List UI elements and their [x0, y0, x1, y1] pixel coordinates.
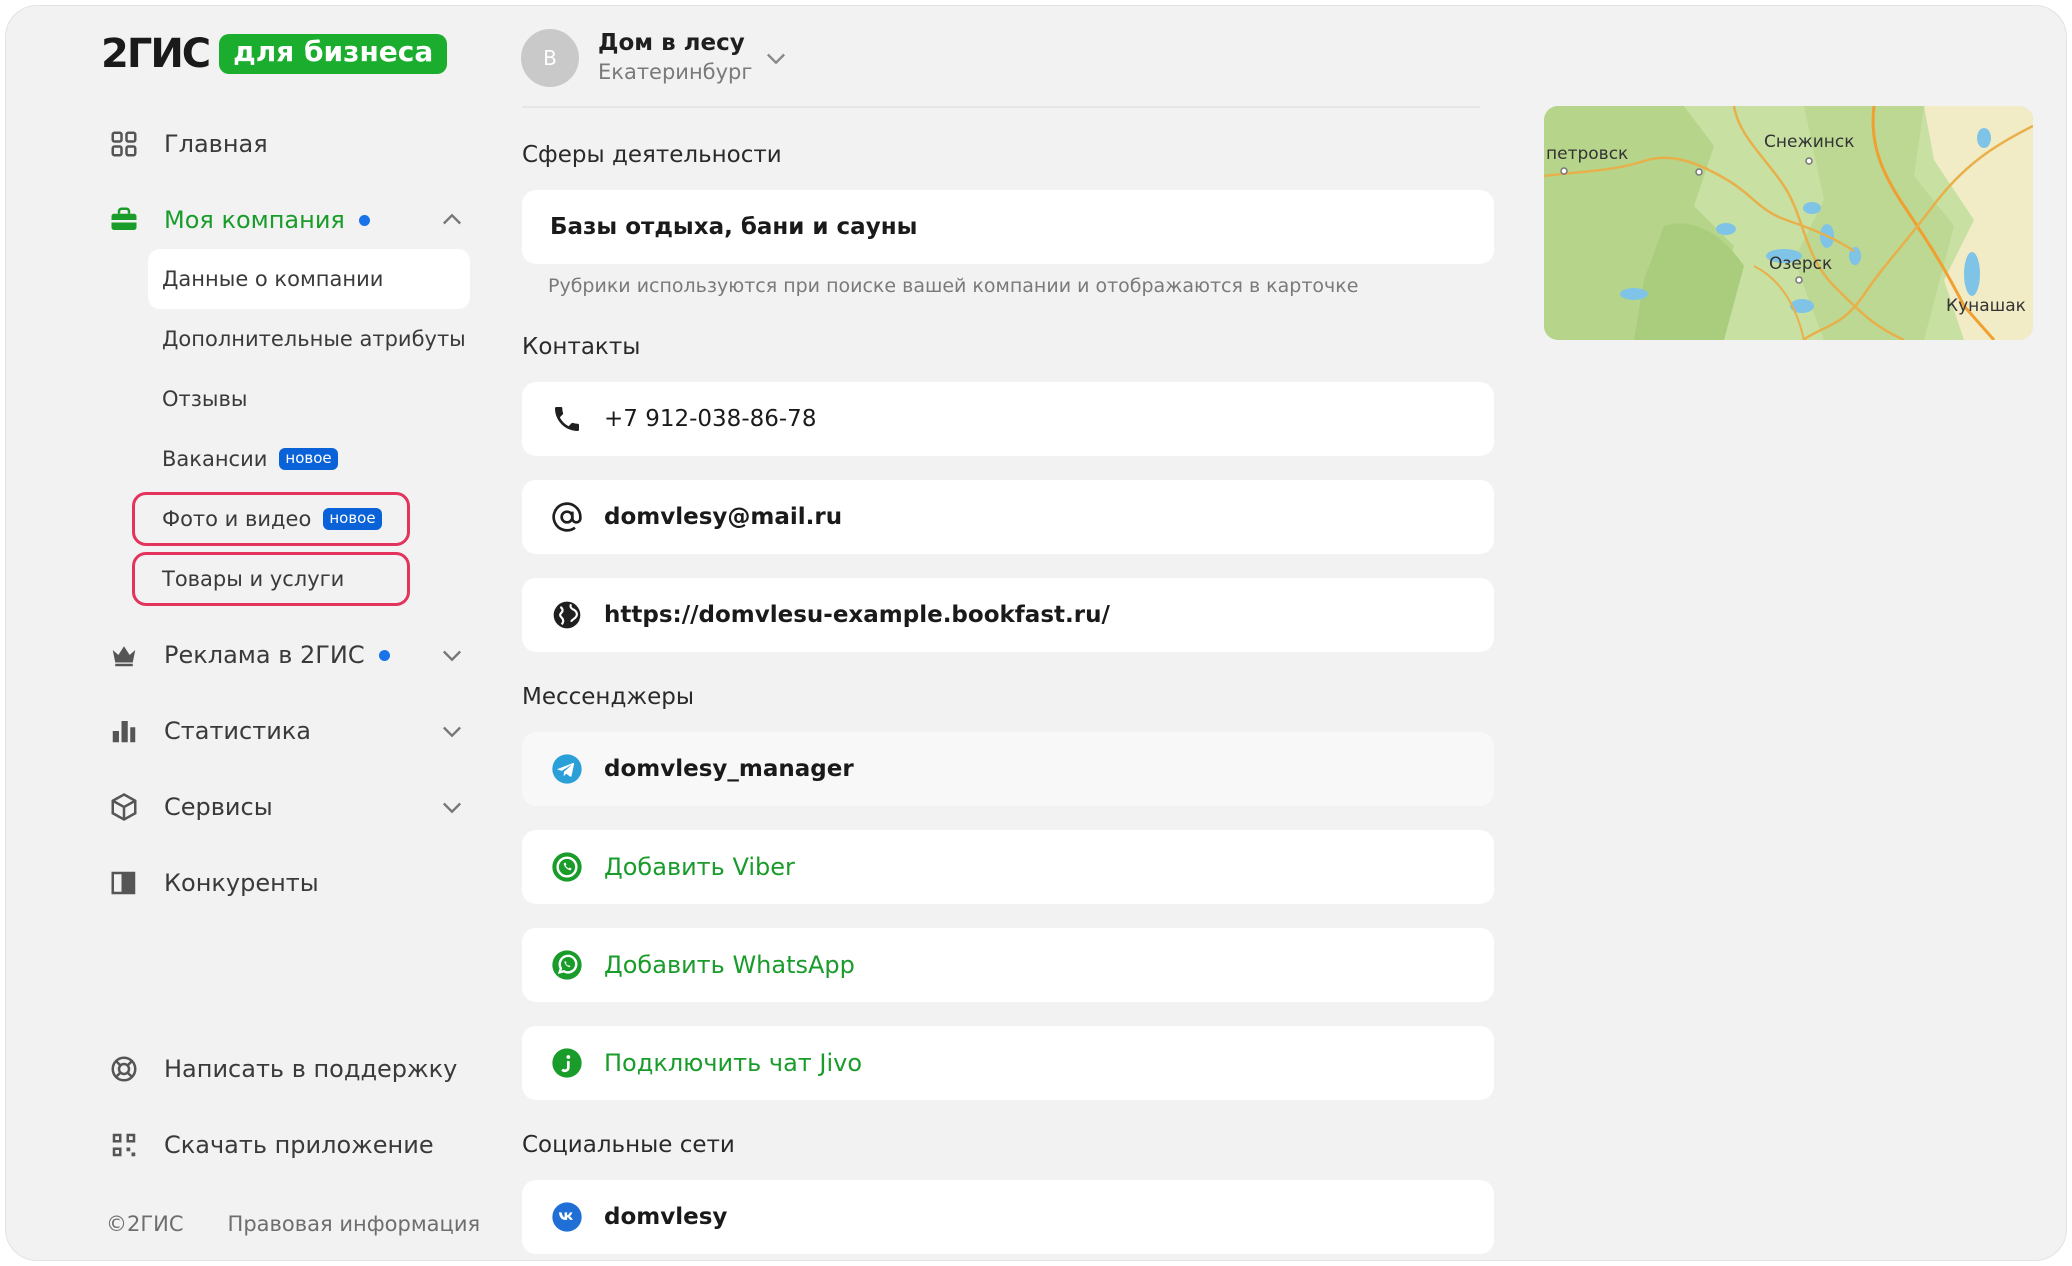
qr-code-icon [106, 1127, 142, 1163]
at-sign-icon [550, 500, 584, 534]
telegram-icon [550, 752, 584, 786]
vk-value: domvlesy [604, 1204, 728, 1230]
website-field[interactable]: https://domvlesu-example.bookfast.ru/ [522, 578, 1494, 652]
notification-dot [358, 214, 370, 226]
submenu-extra-attributes[interactable]: Дополнительные атрибуты [148, 309, 470, 369]
lifebuoy-icon [106, 1051, 142, 1087]
map-label: Кунашак [1946, 296, 2026, 316]
sidebar-item-label: Главная [164, 130, 268, 158]
vk-field[interactable]: domvlesy [522, 1180, 1494, 1254]
phone-icon [550, 402, 584, 436]
new-badge: новое [323, 508, 382, 530]
sidebar-item-download-app[interactable]: Скачать приложение [106, 1121, 434, 1169]
bar-chart-icon [106, 713, 142, 749]
connect-jivo-button[interactable]: Подключить чат Jivo [522, 1026, 1494, 1100]
avatar[interactable]: В [521, 29, 579, 87]
app-window: 2ГИС для бизнеса Главная Моя компания Да… [5, 5, 2067, 1261]
map-label: петровск [1546, 144, 1629, 164]
globe-icon [550, 598, 584, 632]
chevron-down-icon[interactable] [762, 44, 790, 72]
briefcase-icon [106, 202, 142, 238]
sidebar-item-label: Статистика [164, 717, 311, 745]
chevron-down-icon[interactable] [438, 717, 466, 745]
viber-icon [550, 850, 584, 884]
submenu-label: Вакансии [162, 447, 268, 471]
sidebar-item-competitors[interactable]: Конкуренты [106, 859, 319, 907]
crown-icon [106, 637, 142, 673]
section-title-activity: Сферы деятельности [522, 142, 782, 168]
copyright: ©2ГИС [106, 1212, 184, 1236]
add-whatsapp-label: Добавить WhatsApp [604, 951, 855, 979]
new-badge: новое [279, 448, 338, 470]
connect-jivo-label: Подключить чат Jivo [604, 1049, 863, 1077]
chevron-up-icon[interactable] [438, 206, 466, 234]
submenu-reviews[interactable]: Отзывы [148, 369, 470, 429]
company-name[interactable]: Дом в лесу [598, 30, 745, 56]
submenu-label: Товары и услуги [162, 567, 345, 591]
divider [522, 106, 1480, 108]
notification-dot [378, 649, 390, 661]
submenu-company-data[interactable]: Данные о компании [148, 249, 470, 309]
submenu-label: Дополнительные атрибуты [162, 327, 466, 351]
telegram-value: domvlesy_manager [604, 756, 854, 782]
company-map[interactable]: петровск Снежинск Озерск Кунашак [1544, 106, 2033, 340]
map-label: Снежинск [1764, 132, 1855, 152]
section-title-messengers: Мессенджеры [522, 684, 695, 710]
compare-icon [106, 865, 142, 901]
sidebar-item-services[interactable]: Сервисы [106, 783, 273, 831]
telegram-field[interactable]: domvlesy_manager [522, 732, 1494, 806]
logo-brand: 2ГИС [101, 31, 211, 77]
submenu-goods-services[interactable]: Товары и услуги [148, 549, 470, 609]
sidebar-item-label: Скачать приложение [164, 1131, 434, 1159]
sidebar-item-home[interactable]: Главная [106, 120, 268, 168]
vk-icon [550, 1200, 584, 1234]
dashboard-icon [106, 126, 142, 162]
chevron-down-icon[interactable] [438, 793, 466, 821]
submenu-label: Фото и видео [162, 507, 312, 531]
sidebar-item-label: Конкуренты [164, 869, 319, 897]
add-viber-button[interactable]: Добавить Viber [522, 830, 1494, 904]
submenu-label: Отзывы [162, 387, 248, 411]
footer: ©2ГИС Правовая информация [106, 1212, 480, 1236]
legal-link[interactable]: Правовая информация [228, 1212, 481, 1236]
email-field[interactable]: domvlesy@mail.ru [522, 480, 1494, 554]
logo-badge: для бизнеса [219, 34, 448, 74]
sidebar-item-label: Сервисы [164, 793, 273, 821]
whatsapp-icon [550, 948, 584, 982]
sidebar-item-statistics[interactable]: Статистика [106, 707, 311, 755]
email-value: domvlesy@mail.ru [604, 504, 843, 530]
sidebar-item-ads[interactable]: Реклама в 2ГИС [106, 631, 390, 679]
activity-hint: Рубрики используются при поиске вашей ко… [548, 275, 1359, 297]
phone-field[interactable]: +7 912-038-86-78 [522, 382, 1494, 456]
cube-icon [106, 789, 142, 825]
sidebar-item-label: Реклама в 2ГИС [164, 641, 365, 669]
section-title-social: Социальные сети [522, 1132, 735, 1158]
jivo-icon [550, 1046, 584, 1080]
map-label: Озерск [1769, 254, 1833, 274]
add-viber-label: Добавить Viber [604, 853, 795, 881]
activity-field[interactable]: Базы отдыха, бани и сауны [522, 190, 1494, 264]
section-title-contacts: Контакты [522, 334, 641, 360]
activity-value: Базы отдыха, бани и сауны [550, 214, 918, 240]
submenu-vacancies[interactable]: Вакансии новое [148, 429, 470, 489]
sidebar-item-label: Моя компания [164, 206, 345, 234]
company-city: Екатеринбург [598, 60, 753, 84]
add-whatsapp-button[interactable]: Добавить WhatsApp [522, 928, 1494, 1002]
sidebar-item-my-company[interactable]: Моя компания [106, 196, 370, 244]
website-value: https://domvlesu-example.bookfast.ru/ [604, 602, 1110, 628]
phone-value: +7 912-038-86-78 [604, 406, 817, 432]
submenu-label: Данные о компании [162, 267, 384, 291]
submenu-photo-video[interactable]: Фото и видео новое [148, 489, 470, 549]
logo[interactable]: 2ГИС для бизнеса [101, 31, 448, 77]
sidebar-item-support[interactable]: Написать в поддержку [106, 1045, 457, 1093]
sidebar-item-label: Написать в поддержку [164, 1055, 458, 1083]
chevron-down-icon[interactable] [438, 641, 466, 669]
